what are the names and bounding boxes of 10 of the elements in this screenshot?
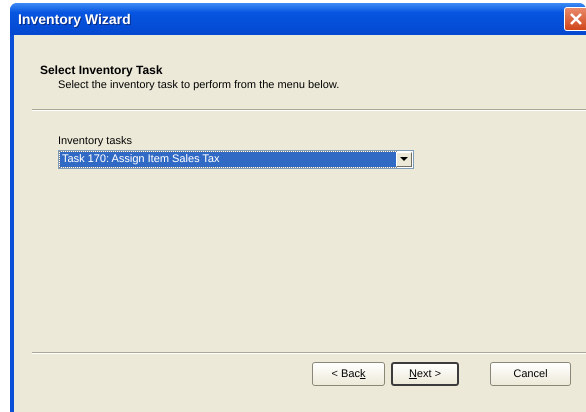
window-title: Inventory Wizard — [18, 11, 132, 27]
page-title: Select Inventory Task — [40, 63, 164, 77]
task-dropdown[interactable]: Task 170: Assign Item Sales Tax — [58, 150, 414, 169]
caret-icon[interactable] — [400, 157, 408, 162]
field-label: Inventory tasks — [58, 135, 133, 147]
back-button[interactable]: < Back — [312, 362, 385, 386]
cancel-button[interactable]: Cancel — [490, 362, 571, 386]
next-button[interactable]: Next > — [391, 362, 459, 386]
close-icon[interactable] — [564, 7, 586, 31]
page-subtitle: Select the inventory task to perform from the menu below. — [57, 78, 340, 91]
